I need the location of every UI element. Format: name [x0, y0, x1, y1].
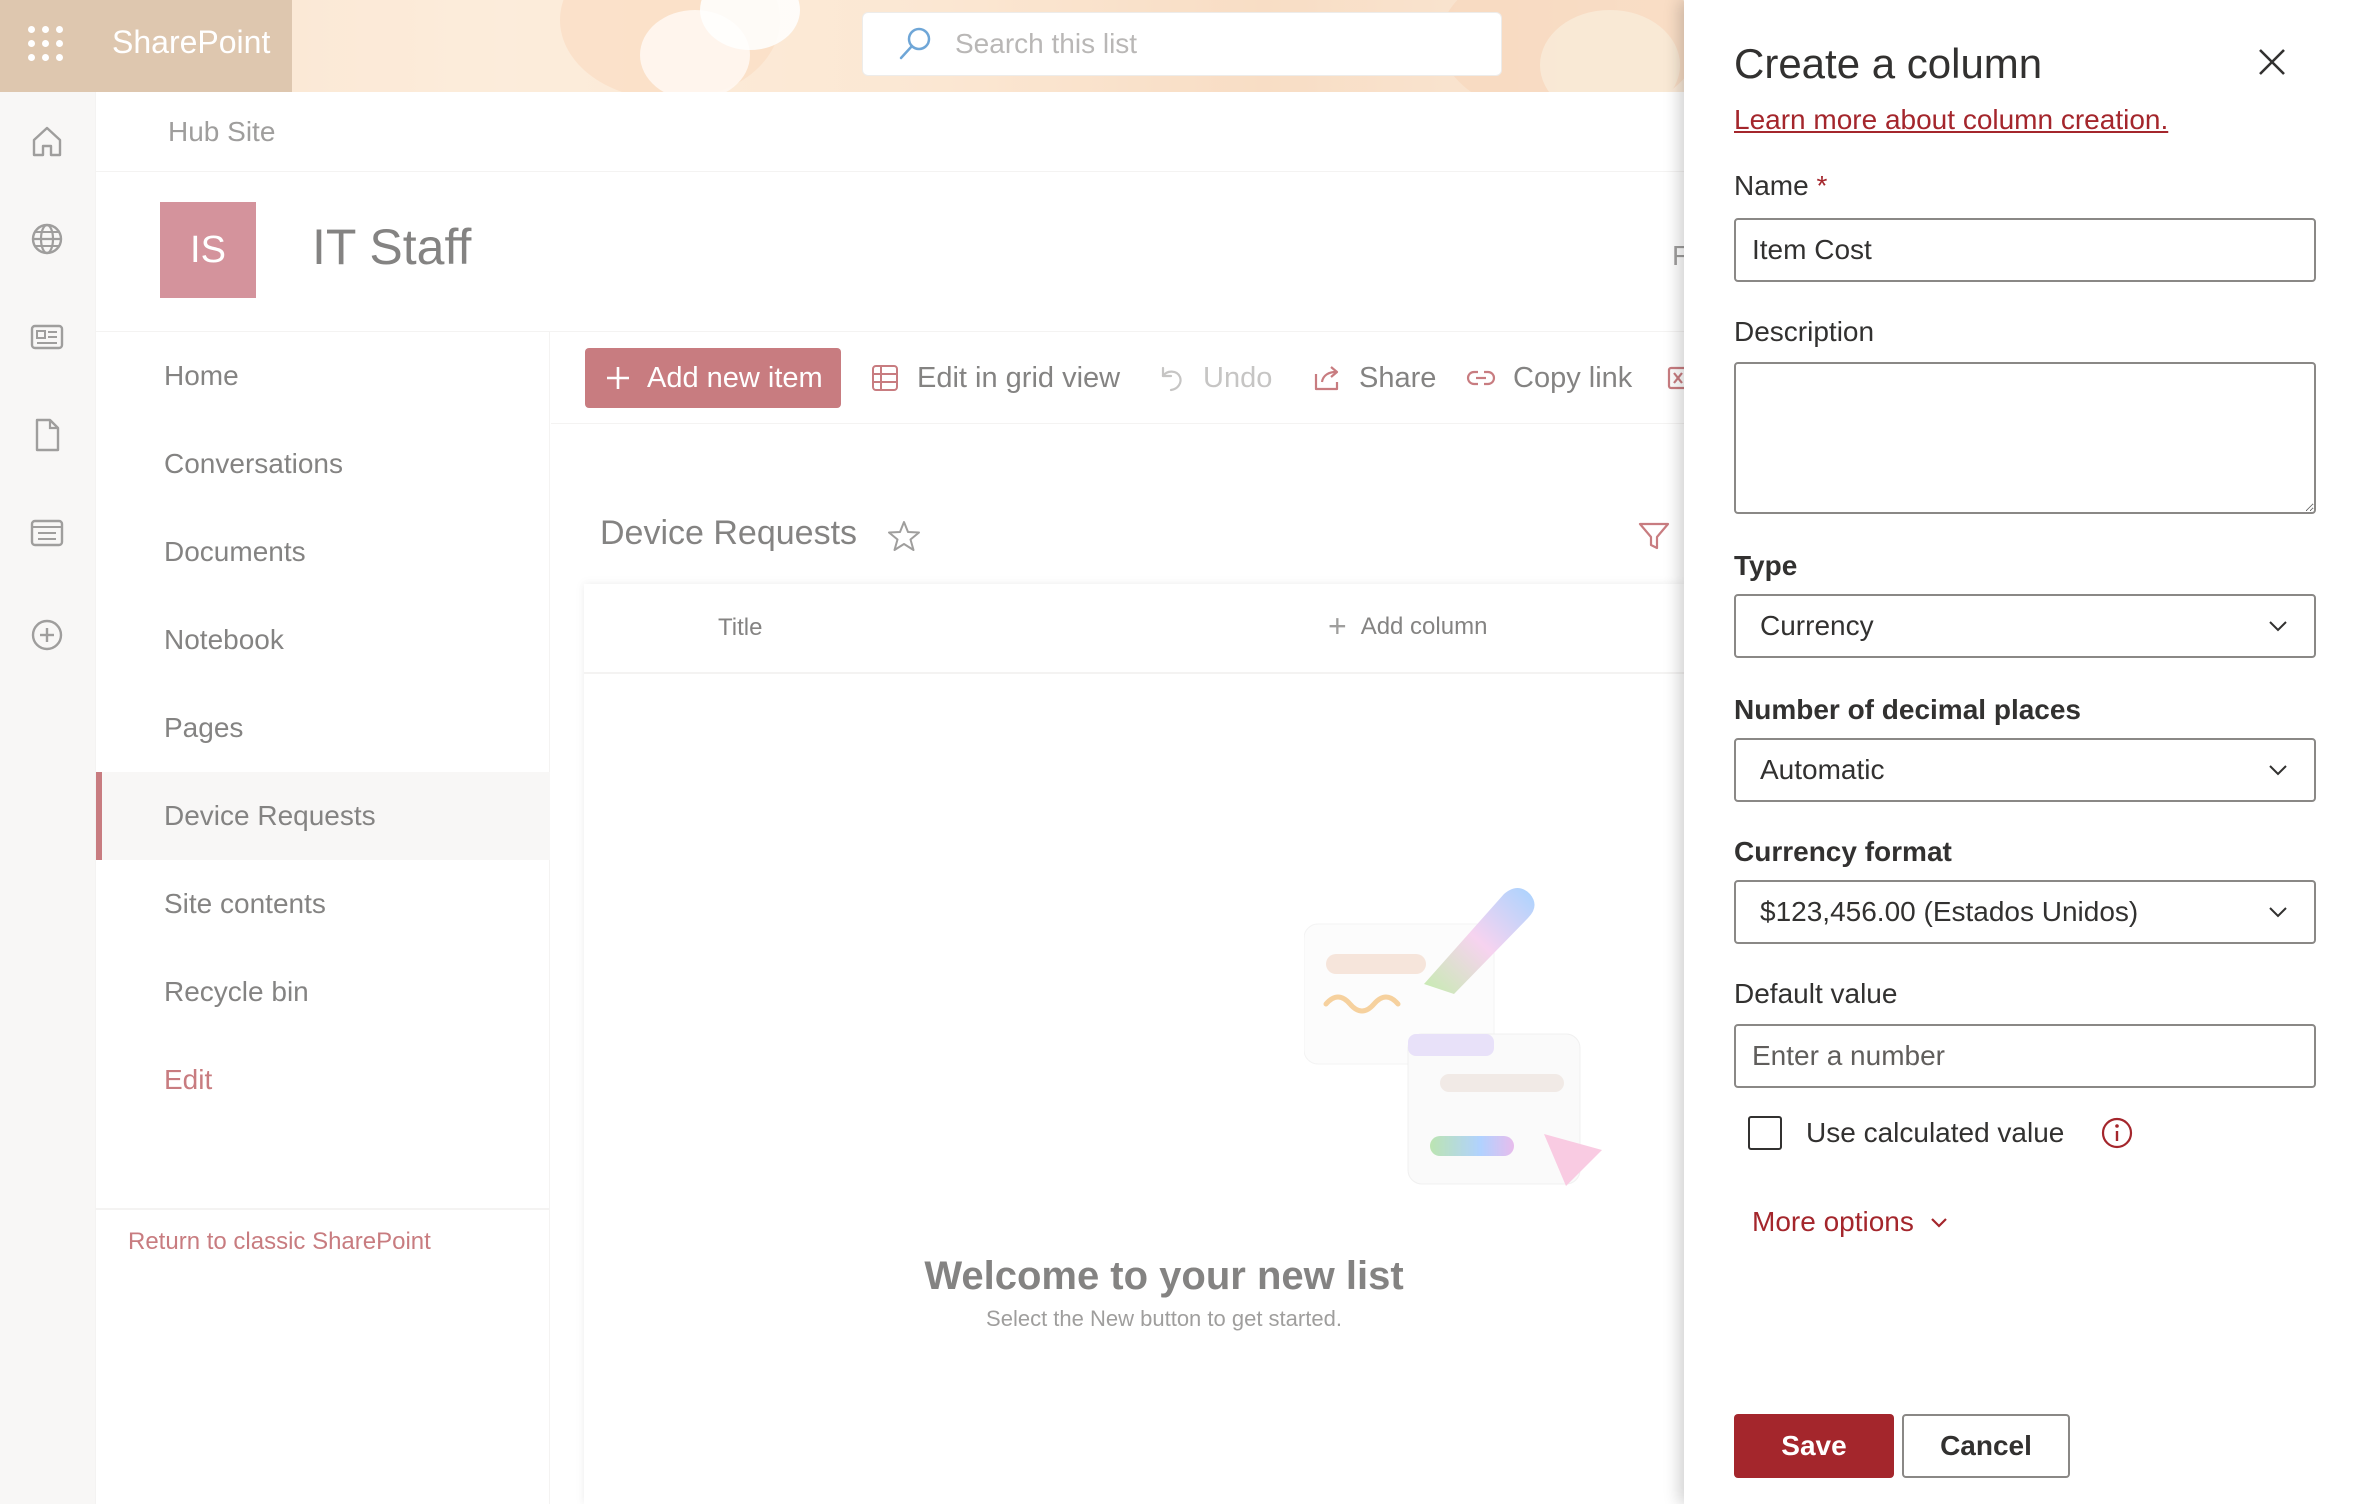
- use-calculated-value-label[interactable]: Use calculated value: [1806, 1117, 2064, 1149]
- name-field[interactable]: [1734, 218, 2316, 282]
- more-options-label: More options: [1752, 1206, 1914, 1237]
- type-label: Type: [1734, 550, 1798, 581]
- default-value-field[interactable]: [1734, 1024, 2316, 1088]
- decimal-places-dropdown[interactable]: Automatic: [1734, 738, 2316, 802]
- close-icon[interactable]: [2254, 44, 2290, 80]
- name-field-label: Name *: [1734, 170, 1827, 202]
- description-label: Description: [1734, 316, 1875, 347]
- chevron-down-icon: [2269, 907, 2287, 918]
- cancel-button[interactable]: Cancel: [1902, 1414, 2070, 1478]
- default-value-label: Default value: [1734, 978, 1898, 1009]
- more-options-toggle[interactable]: More options: [1752, 1206, 1950, 1238]
- description-textarea[interactable]: [1736, 364, 2314, 512]
- currency-format-label: Currency format: [1734, 836, 1952, 867]
- currency-format-dropdown[interactable]: $123,456.00 (Estados Unidos): [1734, 880, 2316, 944]
- name-input[interactable]: [1736, 220, 2314, 280]
- name-label-text: Name: [1734, 170, 1809, 201]
- panel-overlay[interactable]: [0, 0, 1684, 1504]
- chevron-down-icon: [2269, 765, 2287, 776]
- required-mark: *: [1816, 170, 1828, 201]
- panel-title: Create a column: [1734, 40, 2043, 87]
- info-icon[interactable]: [2100, 1116, 2134, 1150]
- decimal-places-label: Number of decimal places: [1734, 694, 2082, 725]
- learn-more-link[interactable]: Learn more about column creation.: [1734, 104, 2168, 136]
- currency-format-value: $123,456.00 (Estados Unidos): [1760, 896, 2139, 927]
- use-calculated-value-row: Use calculated value: [1748, 1116, 2134, 1150]
- use-calculated-value-checkbox[interactable]: [1748, 1116, 1782, 1150]
- description-field[interactable]: [1734, 362, 2316, 514]
- type-dropdown[interactable]: Currency: [1734, 594, 2316, 658]
- create-column-panel: Create a column Learn more about column …: [1684, 0, 2360, 1504]
- type-value: Currency: [1760, 610, 1874, 641]
- chevron-down-icon: [1931, 1218, 1947, 1228]
- default-value-input[interactable]: [1736, 1026, 2314, 1086]
- decimal-places-value: Automatic: [1760, 754, 1885, 785]
- save-button[interactable]: Save: [1734, 1414, 1894, 1478]
- chevron-down-icon: [2269, 621, 2287, 632]
